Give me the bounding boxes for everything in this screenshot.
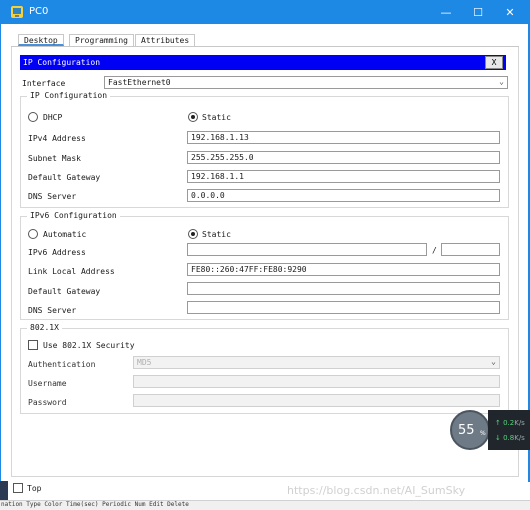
watermark-text: https://blog.csdn.net/AI_SumSky: [287, 484, 466, 497]
download-speed: ↓ 0.8K/s: [495, 434, 525, 442]
ipv6-dns-label: DNS Server: [28, 306, 77, 315]
ip-config-header: IP Configuration: [20, 55, 506, 70]
default-gateway-field[interactable]: 192.168.1.1: [187, 170, 500, 183]
minimize-button[interactable]: —: [430, 0, 462, 24]
username-field[interactable]: [133, 375, 500, 388]
dns-server-field[interactable]: 0.0.0.0: [187, 189, 500, 202]
subnet-mask-field[interactable]: 255.255.255.0: [187, 151, 500, 164]
ipv6-address-field[interactable]: [187, 243, 427, 256]
ipv6-static-label: Static: [202, 230, 231, 239]
cpu-gauge[interactable]: 55 %: [450, 410, 490, 450]
window-title: PC0: [29, 6, 49, 17]
ipv6-dns-field[interactable]: [187, 301, 500, 314]
dns-server-label: DNS Server: [28, 192, 77, 201]
password-field[interactable]: [133, 394, 500, 407]
dhcp-label: DHCP: [43, 113, 63, 122]
subnet-mask-label: Subnet Mask: [28, 154, 81, 163]
interface-select[interactable]: FastEthernet0 ⌄: [104, 76, 508, 89]
authentication-select[interactable]: MD5 ⌄: [133, 356, 500, 369]
auth-chevron-down-icon: ⌄: [491, 357, 496, 366]
ipv4-address-field[interactable]: 192.168.1.13: [187, 131, 500, 144]
close-window-button[interactable]: ✕: [494, 0, 526, 24]
ipv6-gateway-label: Default Gateway: [28, 287, 101, 296]
static-radio[interactable]: [188, 112, 198, 122]
taskbar-edge: [0, 481, 8, 500]
ipv6-prefix-field[interactable]: [441, 243, 500, 256]
use-8021x-checkbox[interactable]: [28, 340, 38, 350]
username-label: Username: [28, 379, 67, 388]
static-label: Static: [202, 113, 231, 122]
window-frame-left: [0, 24, 1, 504]
use-8021x-label: Use 802.1X Security: [43, 341, 135, 350]
authentication-value: MD5: [137, 358, 152, 367]
ipv4-group-legend: IP Configuration: [27, 91, 111, 100]
title-bar: PC0 — ☐ ✕: [0, 0, 530, 24]
pc-app-icon: [11, 6, 23, 18]
ipv6-static-radio[interactable]: [188, 229, 198, 239]
ipv6-address-label: IPv6 Address: [28, 248, 86, 257]
tab-desktop[interactable]: Desktop: [18, 34, 64, 46]
prefix-separator: /: [432, 246, 437, 255]
automatic-label: Automatic: [43, 230, 87, 239]
bottom-strip: nation Type Color Time(sec) Periodic Num…: [0, 500, 530, 510]
ipv6-group-legend: IPv6 Configuration: [27, 211, 120, 220]
interface-label: Interface: [22, 79, 66, 88]
authentication-label: Authentication: [28, 360, 96, 369]
chevron-down-icon: ⌄: [499, 77, 504, 86]
link-local-field[interactable]: FE80::260:47FF:FE80:9290: [187, 263, 500, 276]
link-local-label: Link Local Address: [28, 267, 115, 276]
dhcp-radio[interactable]: [28, 112, 38, 122]
default-gateway-label: Default Gateway: [28, 173, 101, 182]
dot1x-group-legend: 802.1X: [27, 323, 62, 332]
top-label: Top: [27, 484, 42, 493]
upload-speed: ↑ 0.2K/s: [495, 419, 525, 427]
ipv4-address-label: IPv4 Address: [28, 134, 86, 143]
tab-attributes[interactable]: Attributes: [135, 34, 196, 46]
automatic-radio[interactable]: [28, 229, 38, 239]
cpu-gauge-unit: %: [480, 430, 486, 437]
tab-programming[interactable]: Programming: [69, 34, 134, 46]
cpu-gauge-value: 55: [458, 423, 475, 438]
pdu-list-header: nation Type Color Time(sec) Periodic Num…: [1, 501, 189, 508]
ip-config-close-button[interactable]: X: [485, 56, 503, 69]
maximize-button[interactable]: ☐: [462, 0, 494, 24]
top-checkbox[interactable]: [13, 483, 23, 493]
interface-value: FastEthernet0: [108, 78, 171, 87]
password-label: Password: [28, 398, 67, 407]
ipv6-gateway-field[interactable]: [187, 282, 500, 295]
network-speed-panel: ↑ 0.2K/s ↓ 0.8K/s: [488, 410, 530, 450]
